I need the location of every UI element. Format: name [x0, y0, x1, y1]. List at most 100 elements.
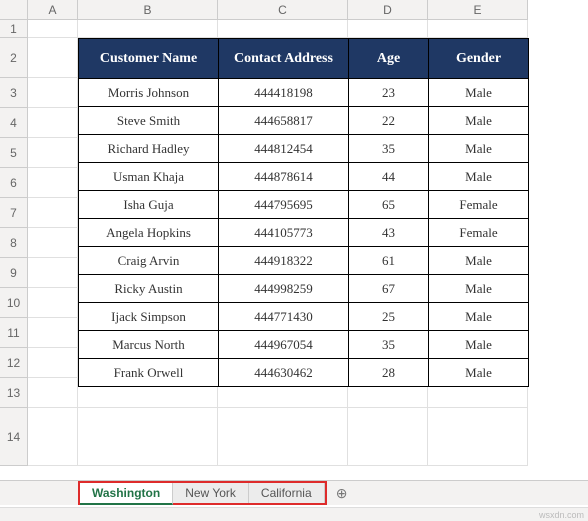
row-header-13[interactable]: 13 [0, 378, 28, 408]
table-cell[interactable]: Frank Orwell [79, 359, 219, 387]
row-header-4[interactable]: 4 [0, 108, 28, 138]
table-cell[interactable]: 35 [349, 331, 429, 359]
table-row: Steve Smith44465881722Male [79, 107, 529, 135]
column-header-E[interactable]: E [428, 0, 528, 20]
column-header-A[interactable]: A [28, 0, 78, 20]
cell[interactable] [28, 408, 78, 466]
table-cell[interactable]: 25 [349, 303, 429, 331]
row-header-14[interactable]: 14 [0, 408, 28, 466]
table-cell[interactable]: Angela Hopkins [79, 219, 219, 247]
row-header-8[interactable]: 8 [0, 228, 28, 258]
cell[interactable] [428, 20, 528, 38]
table-cell[interactable]: 22 [349, 107, 429, 135]
sheet-tab[interactable]: New York [173, 483, 249, 503]
table-cell[interactable]: 444658817 [219, 107, 349, 135]
spreadsheet-grid[interactable]: ABCDE 1234567891011121314 Customer NameC… [0, 0, 588, 485]
table-cell[interactable]: Male [429, 163, 529, 191]
data-table[interactable]: Customer NameContact AddressAgeGender Mo… [78, 38, 529, 387]
cell[interactable] [28, 348, 78, 378]
cell[interactable] [348, 408, 428, 466]
table-cell[interactable]: 444105773 [219, 219, 349, 247]
table-cell[interactable]: Male [429, 107, 529, 135]
table-row: Ricky Austin44499825967Male [79, 275, 529, 303]
cell[interactable] [218, 20, 348, 38]
table-cell[interactable]: 44 [349, 163, 429, 191]
row-header-9[interactable]: 9 [0, 258, 28, 288]
row-header-11[interactable]: 11 [0, 318, 28, 348]
cell[interactable] [28, 38, 78, 78]
table-row: Angela Hopkins44410577343Female [79, 219, 529, 247]
table-cell[interactable]: Male [429, 275, 529, 303]
new-sheet-button[interactable]: ⊕ [327, 481, 357, 505]
table-cell[interactable]: Usman Khaja [79, 163, 219, 191]
cell[interactable] [28, 198, 78, 228]
table-cell[interactable]: 35 [349, 135, 429, 163]
table-cell[interactable]: 23 [349, 79, 429, 107]
table-cell[interactable]: Craig Arvin [79, 247, 219, 275]
cell[interactable] [348, 20, 428, 38]
row-header-10[interactable]: 10 [0, 288, 28, 318]
table-cell[interactable]: Marcus North [79, 331, 219, 359]
column-header-C[interactable]: C [218, 0, 348, 20]
sheet-tab[interactable]: California [249, 483, 325, 503]
table-cell[interactable]: Female [429, 191, 529, 219]
cell[interactable] [78, 20, 218, 38]
table-header-cell[interactable]: Customer Name [79, 39, 219, 79]
column-header-D[interactable]: D [348, 0, 428, 20]
row-header-3[interactable]: 3 [0, 78, 28, 108]
table-cell[interactable]: 444630462 [219, 359, 349, 387]
table-cell[interactable]: Male [429, 303, 529, 331]
table-cell[interactable]: Male [429, 79, 529, 107]
cell[interactable] [28, 78, 78, 108]
table-cell[interactable]: Morris Johnson [79, 79, 219, 107]
table-cell[interactable]: 444878614 [219, 163, 349, 191]
cell[interactable] [28, 288, 78, 318]
row-header-12[interactable]: 12 [0, 348, 28, 378]
cell[interactable] [28, 108, 78, 138]
cell[interactable] [28, 168, 78, 198]
table-cell[interactable]: Isha Guja [79, 191, 219, 219]
row-header-6[interactable]: 6 [0, 168, 28, 198]
cell[interactable] [28, 228, 78, 258]
row-header-1[interactable]: 1 [0, 20, 28, 38]
table-cell[interactable]: Ricky Austin [79, 275, 219, 303]
table-cell[interactable]: 28 [349, 359, 429, 387]
cell[interactable] [428, 408, 528, 466]
table-cell[interactable]: 444967054 [219, 331, 349, 359]
cell[interactable] [28, 138, 78, 168]
column-header-B[interactable]: B [78, 0, 218, 20]
table-cell[interactable]: 43 [349, 219, 429, 247]
table-cell[interactable]: Richard Hadley [79, 135, 219, 163]
cell[interactable] [78, 408, 218, 466]
table-header-cell[interactable]: Gender [429, 39, 529, 79]
table-cell[interactable]: 444812454 [219, 135, 349, 163]
table-header-cell[interactable]: Contact Address [219, 39, 349, 79]
table-cell[interactable]: Male [429, 331, 529, 359]
row-header-2[interactable]: 2 [0, 38, 28, 78]
table-cell[interactable]: 444998259 [219, 275, 349, 303]
table-cell[interactable]: 61 [349, 247, 429, 275]
table-cell[interactable]: 65 [349, 191, 429, 219]
table-cell[interactable]: 67 [349, 275, 429, 303]
table-cell[interactable]: 444418198 [219, 79, 349, 107]
row-header-5[interactable]: 5 [0, 138, 28, 168]
table-cell[interactable]: Male [429, 359, 529, 387]
table-cell[interactable]: Ijack Simpson [79, 303, 219, 331]
table-cell[interactable]: 444771430 [219, 303, 349, 331]
cell[interactable] [28, 258, 78, 288]
sheet-tab[interactable]: Washington [80, 483, 173, 505]
cell[interactable] [28, 318, 78, 348]
table-header-cell[interactable]: Age [349, 39, 429, 79]
table-cell[interactable]: Male [429, 247, 529, 275]
row-header-7[interactable]: 7 [0, 198, 28, 228]
table-cell[interactable]: 444918322 [219, 247, 349, 275]
table-cell[interactable]: 444795695 [219, 191, 349, 219]
table-cell[interactable]: Female [429, 219, 529, 247]
cell[interactable] [218, 408, 348, 466]
cell[interactable] [28, 20, 78, 38]
table-cell[interactable]: Steve Smith [79, 107, 219, 135]
select-all-corner[interactable] [0, 0, 28, 20]
cell[interactable] [28, 378, 78, 408]
table-cell[interactable]: Male [429, 135, 529, 163]
tab-nav-buttons[interactable] [0, 481, 78, 505]
